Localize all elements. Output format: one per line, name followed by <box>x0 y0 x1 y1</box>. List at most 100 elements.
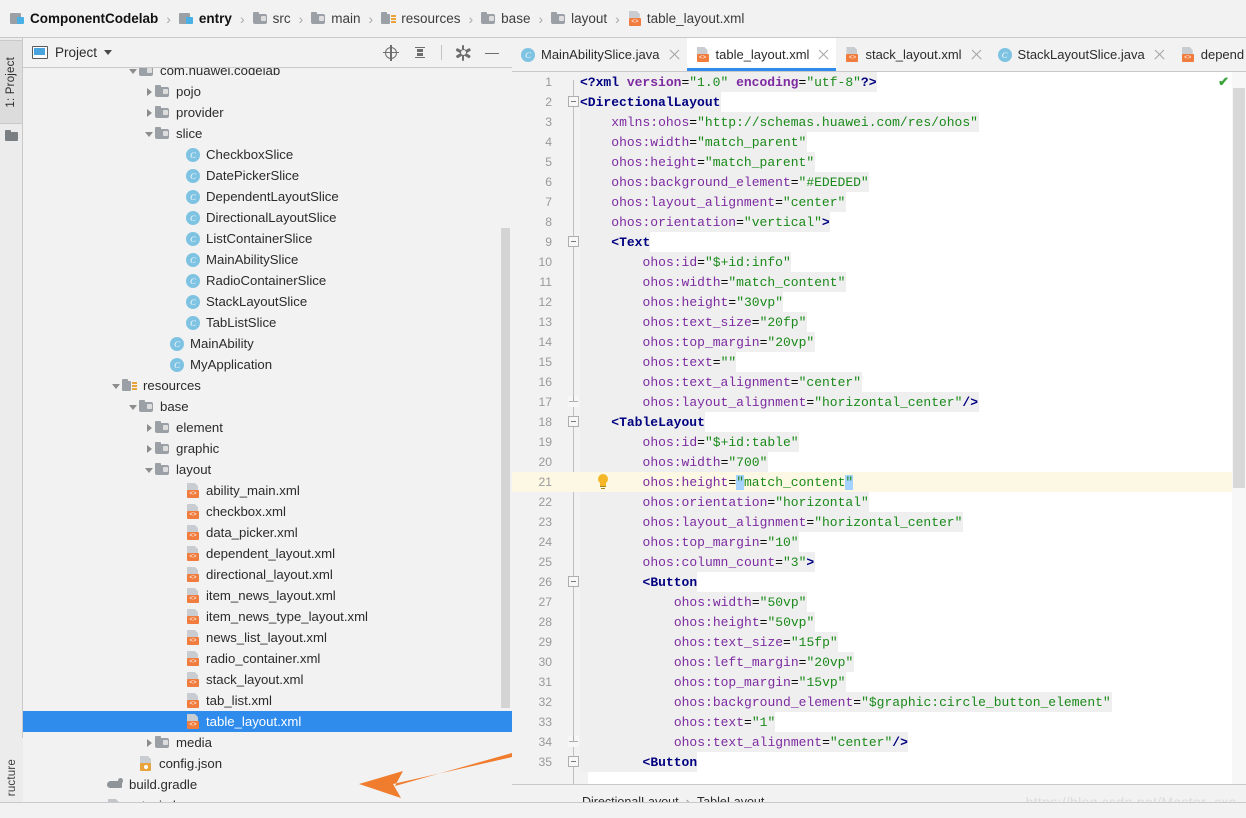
code-line[interactable]: 30 ohos:left_margin="20vp" <box>512 652 1232 672</box>
code-line[interactable]: 5 ohos:height="match_parent" <box>512 152 1232 172</box>
chevron-right-icon[interactable] <box>144 422 155 433</box>
editor-tab-mainabilityslice-java[interactable]: C MainAbilitySlice.java <box>512 38 687 71</box>
tree-item[interactable]: C ListContainerSlice <box>23 228 512 249</box>
chevron-right-icon[interactable] <box>144 443 155 454</box>
code-line[interactable]: 14 ohos:top_margin="20vp" <box>512 332 1232 352</box>
project-tree-viewport[interactable]: com.huawei.codelab pojo provider slice C Chec… <box>23 68 512 818</box>
code-line[interactable]: 29 ohos:text_size="15fp" <box>512 632 1232 652</box>
chevron-down-icon[interactable] <box>128 401 139 412</box>
tree-item[interactable]: C DependentLayoutSlice <box>23 186 512 207</box>
code-line[interactable]: 24 ohos:top_margin="10" <box>512 532 1232 552</box>
code-editor[interactable]: 1 <?xml version="1.0" encoding="utf-8"?> 2… <box>512 72 1246 784</box>
editor-scrollbar[interactable] <box>1232 72 1246 784</box>
editor-tab-stack-layout-xml[interactable]: <> stack_layout.xml <box>836 38 988 71</box>
editor-tab-stacklayoutslice-java[interactable]: C StackLayoutSlice.java <box>989 38 1172 71</box>
code-line[interactable]: 23 ohos:layout_alignment="horizontal_cent… <box>512 512 1232 532</box>
editor-scrollbar-thumb[interactable] <box>1233 88 1245 488</box>
tree-item[interactable]: <> tab_list.xml <box>23 690 512 711</box>
code-line[interactable]: 31 ohos:top_margin="15vp" <box>512 672 1232 692</box>
tree-item[interactable]: element <box>23 417 512 438</box>
tree-item[interactable]: C DatePickerSlice <box>23 165 512 186</box>
tree-item[interactable]: <> dependent_layout.xml <box>23 543 512 564</box>
code-line[interactable]: 34 ohos:text_alignment="center"/> <box>512 732 1232 752</box>
code-line[interactable]: 6 ohos:background_element="#EDEDED" <box>512 172 1232 192</box>
tree-item[interactable]: C RadioContainerSlice <box>23 270 512 291</box>
tree-item[interactable]: <> checkbox.xml <box>23 501 512 522</box>
tree-item[interactable]: provider <box>23 102 512 123</box>
code-line[interactable]: 33 ohos:text="1" <box>512 712 1232 732</box>
tree-item[interactable]: media <box>23 732 512 753</box>
chevron-right-icon[interactable] <box>144 107 155 118</box>
close-icon[interactable] <box>668 49 680 60</box>
breadcrumb-item-table-layout-xml[interactable]: <> table_layout.xml <box>626 0 747 38</box>
chevron-down-icon[interactable] <box>144 128 155 139</box>
close-icon[interactable] <box>818 49 830 60</box>
close-icon[interactable] <box>1154 49 1165 60</box>
chevron-right-icon[interactable] <box>144 737 155 748</box>
locate-icon[interactable] <box>383 44 399 61</box>
chevron-down-icon[interactable] <box>144 464 155 475</box>
fold-collapse-icon[interactable] <box>568 576 579 587</box>
fold-collapse-icon[interactable] <box>568 236 579 247</box>
code-line[interactable]: 8 ohos:orientation="vertical"> <box>512 212 1232 232</box>
breadcrumb-item-src[interactable]: src <box>251 0 293 38</box>
code-line[interactable]: 21 ohos:height="match_content" <box>512 472 1232 492</box>
tree-item[interactable]: <> data_picker.xml <box>23 522 512 543</box>
tree-item[interactable]: resources <box>23 375 512 396</box>
code-line[interactable]: 35 <Button <box>512 752 1232 772</box>
tree-item[interactable]: C MainAbility <box>23 333 512 354</box>
code-line[interactable]: 18 <TableLayout <box>512 412 1232 432</box>
tree-item[interactable]: pojo <box>23 81 512 102</box>
tree-item[interactable]: slice <box>23 123 512 144</box>
code-line[interactable]: 28 ohos:height="50vp" <box>512 612 1232 632</box>
tree-item[interactable]: <> stack_layout.xml <box>23 669 512 690</box>
inspection-status-icon[interactable]: ✔ <box>1218 74 1229 90</box>
breadcrumb-item-resources[interactable]: resources <box>379 0 462 38</box>
chevron-right-icon[interactable] <box>144 86 155 97</box>
code-line[interactable]: 10 ohos:id="$+id:info" <box>512 252 1232 272</box>
code-line[interactable]: 9 <Text <box>512 232 1232 252</box>
tree-item[interactable]: C CheckboxSlice <box>23 144 512 165</box>
project-tree-scrollbar[interactable] <box>501 228 510 708</box>
fold-collapse-icon[interactable] <box>568 416 579 427</box>
code-line[interactable]: 7 ohos:layout_alignment="center" <box>512 192 1232 212</box>
code-line[interactable]: 27 ohos:width="50vp" <box>512 592 1232 612</box>
chevron-down-icon[interactable] <box>128 68 139 76</box>
code-line[interactable]: 17 ohos:layout_alignment="horizontal_cent… <box>512 392 1232 412</box>
tree-item[interactable]: layout <box>23 459 512 480</box>
tree-item[interactable]: C MyApplication <box>23 354 512 375</box>
tree-item[interactable]: <> directional_layout.xml <box>23 564 512 585</box>
code-line[interactable]: 1 <?xml version="1.0" encoding="utf-8"?> <box>512 72 1232 92</box>
editor-tab-table-layout-xml[interactable]: <> table_layout.xml <box>686 38 837 71</box>
breadcrumb-item-componentcodelab[interactable]: ComponentCodelab <box>8 0 160 38</box>
tree-item[interactable]: base <box>23 396 512 417</box>
code-line[interactable]: 3 xmlns:ohos="http://schemas.huawei.com/r… <box>512 112 1232 132</box>
code-line[interactable]: 26 <Button <box>512 572 1232 592</box>
tree-item[interactable]: C MainAbilitySlice <box>23 249 512 270</box>
code-line[interactable]: 22 ohos:orientation="horizontal" <box>512 492 1232 512</box>
breadcrumb-item-layout[interactable]: layout <box>549 0 609 38</box>
tree-item[interactable]: <> radio_container.xml <box>23 648 512 669</box>
fold-collapse-icon[interactable] <box>568 96 579 107</box>
tree-item[interactable]: <> item_news_type_layout.xml <box>23 606 512 627</box>
code-line[interactable]: 2 <DirectionalLayout <box>512 92 1232 112</box>
chevron-down-icon[interactable] <box>111 380 122 391</box>
code-line[interactable]: 15 ohos:text="" <box>512 352 1232 372</box>
tree-item[interactable]: build.gradle <box>23 774 512 795</box>
tree-item[interactable]: <> ability_main.xml <box>23 480 512 501</box>
fold-end-icon[interactable] <box>568 396 579 407</box>
editor-tab-depend[interactable]: <> depend <box>1172 38 1246 71</box>
code-line[interactable]: 25 ohos:column_count="3"> <box>512 552 1232 572</box>
tree-item-selected[interactable]: <> table_layout.xml <box>23 711 512 732</box>
code-line[interactable]: 16 ohos:text_alignment="center" <box>512 372 1232 392</box>
gear-icon[interactable] <box>455 44 471 61</box>
code-line[interactable]: 13 ohos:text_size="20fp" <box>512 312 1232 332</box>
tree-item[interactable]: C StackLayoutSlice <box>23 291 512 312</box>
code-line[interactable]: 32 ohos:background_element="$graphic:circ… <box>512 692 1232 712</box>
tree-item[interactable]: com.huawei.codelab <box>23 68 512 81</box>
tree-item[interactable]: config.json <box>23 753 512 774</box>
fold-end-icon[interactable] <box>568 736 579 747</box>
close-icon[interactable] <box>970 49 982 60</box>
code-line[interactable]: 11 ohos:width="match_content" <box>512 272 1232 292</box>
breadcrumb-item-main[interactable]: main <box>309 0 362 38</box>
